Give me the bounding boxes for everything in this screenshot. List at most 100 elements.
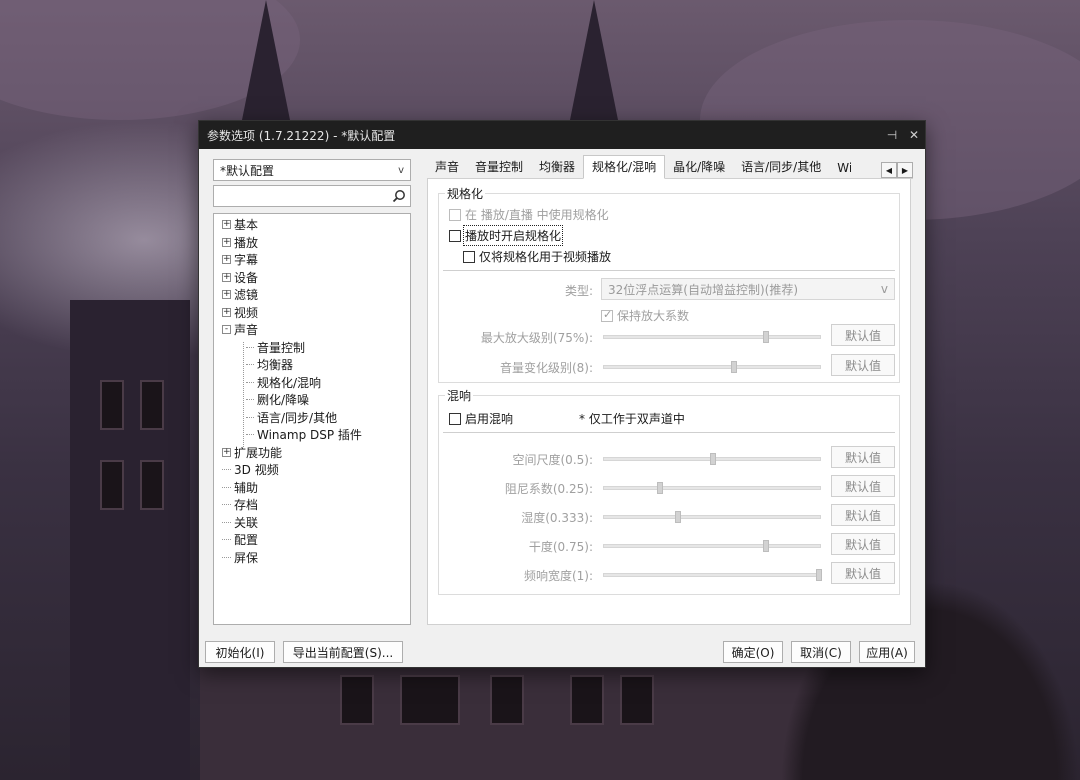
export-config-button[interactable]: 导出当前配置(S)... (283, 641, 403, 663)
tree-item[interactable]: 屏保 (214, 549, 410, 567)
tab-scroll-right-icon[interactable]: ▶ (897, 162, 913, 178)
expand-icon[interactable]: + (222, 220, 231, 230)
castle-window (400, 675, 460, 725)
slider-thumb[interactable] (657, 482, 663, 494)
tree-item-label: 基本 (234, 218, 259, 233)
tree-item[interactable]: 辅助 (214, 479, 410, 497)
castle-tower (70, 300, 190, 780)
reverb-param-slider[interactable] (603, 511, 821, 523)
slider-thumb[interactable] (731, 361, 737, 373)
tree-item[interactable]: + 设备 (214, 269, 410, 287)
reverb-default-button[interactable]: 默认值 (831, 475, 895, 497)
profile-value: *默认配置 (220, 163, 275, 178)
tree-item[interactable]: + 滤镜 (214, 286, 410, 304)
tab-item[interactable]: 声音 (427, 156, 467, 178)
enable-normalize-option[interactable]: 播放时开启规格化 (449, 225, 564, 246)
max-gain-slider[interactable] (603, 331, 821, 343)
tab-item[interactable]: Wi (829, 159, 851, 178)
reverb-param-slider[interactable] (603, 453, 821, 465)
max-gain-default-button[interactable]: 默认值 (831, 324, 895, 346)
tree-item[interactable]: 配置 (214, 531, 410, 549)
profile-dropdown[interactable]: *默认配置 v (213, 159, 411, 181)
search-input[interactable] (213, 185, 411, 207)
tree-item-label: 视频 (234, 305, 259, 320)
tree-item[interactable]: + 字幕 (214, 251, 410, 269)
tab-item[interactable]: 音量控制 (467, 156, 531, 178)
expand-icon[interactable]: + (222, 307, 231, 317)
tab-item[interactable]: 晶化/降噪 (665, 156, 733, 178)
tree-item[interactable]: 3D 视频 (214, 461, 410, 479)
tree-item-label: 关联 (234, 515, 259, 530)
reverb-param-slider[interactable] (603, 540, 821, 552)
slider-thumb[interactable] (816, 569, 822, 581)
reverb-param-label: 阻尼系数(0.25): (504, 482, 593, 496)
max-gain-label: 最大放大级别(75%): (480, 331, 593, 345)
slider-thumb[interactable] (710, 453, 716, 465)
close-icon[interactable]: ✕ (903, 128, 925, 142)
volume-change-default-button[interactable]: 默认值 (831, 354, 895, 376)
ok-button[interactable]: 确定(O) (723, 641, 783, 663)
normalize-type-dropdown[interactable]: 32位浮点运算(自动增益控制)(推荐) v (601, 278, 895, 300)
tree-item[interactable]: + 视频 (214, 304, 410, 322)
normalize-type-value: 32位浮点运算(自动增益控制)(推荐) (608, 282, 798, 297)
castle-spire (240, 0, 292, 130)
video-only-checkbox[interactable] (463, 250, 475, 263)
use-normalize-in-stream-checkbox[interactable] (449, 208, 461, 221)
tree-item[interactable]: 劂化/降噪 (214, 391, 410, 409)
tree-item[interactable]: 关联 (214, 514, 410, 532)
expand-icon[interactable]: + (222, 255, 231, 265)
slider-thumb[interactable] (763, 540, 769, 552)
cancel-button[interactable]: 取消(C) (791, 641, 851, 663)
tree-item[interactable]: 规格化/混响 (214, 374, 410, 392)
castle-window (340, 675, 374, 725)
video-only-option[interactable]: 仅将规格化用于视频播放 (463, 248, 611, 265)
pin-icon[interactable]: ⊣ (881, 128, 903, 142)
tab-item[interactable]: 规格化/混响 (583, 155, 666, 179)
reverb-default-button[interactable]: 默认值 (831, 562, 895, 584)
tree-item[interactable]: + 播放 (214, 234, 410, 252)
tree-item-label: 语言/同步/其他 (257, 410, 338, 425)
tree-item[interactable]: + 扩展功能 (214, 444, 410, 462)
tree-item[interactable]: Winamp DSP 插件 (214, 426, 410, 444)
reverb-default-button[interactable]: 默认值 (831, 446, 895, 468)
reverb-param-slider[interactable] (603, 482, 821, 494)
tab-item[interactable]: 语言/同步/其他 (733, 156, 829, 178)
settings-tree[interactable]: + 基本 + 播放 + 字幕 + 设备 + 滤镜 + 视频 - 声音 音量控制 均衡器 规格化/混响 劂化/降噪语… (213, 213, 411, 625)
title-bar[interactable]: 参数选项 (1.7.21222) - *默认配置 ⊣ ✕ (199, 121, 925, 149)
tree-item[interactable]: 均衡器 (214, 356, 410, 374)
volume-change-slider[interactable] (603, 361, 821, 373)
search-icon[interactable] (392, 189, 406, 203)
tree-item[interactable]: 音量控制 (214, 339, 410, 357)
initialize-button[interactable]: 初始化(I) (205, 641, 275, 663)
castle-window (140, 460, 164, 510)
enable-reverb-label: 启用混响 (465, 412, 514, 426)
reverb-default-button[interactable]: 默认值 (831, 504, 895, 526)
tree-item[interactable]: 存档 (214, 496, 410, 514)
tab-item[interactable]: 均衡器 (531, 156, 583, 178)
tree-item[interactable]: - 声音 (214, 321, 410, 339)
tab-scroll-left-icon[interactable]: ◀ (881, 162, 897, 178)
enable-reverb-option[interactable]: 启用混响 (449, 410, 513, 427)
slider-thumb[interactable] (675, 511, 681, 523)
keep-gain-checkbox[interactable] (601, 308, 613, 322)
tree-item[interactable]: + 基本 (214, 216, 410, 234)
expand-icon[interactable]: + (222, 290, 231, 300)
slider-thumb[interactable] (763, 331, 769, 343)
tab-bar: 声音 音量控制 均衡器 规格化/混响 晶化/降噪 语言/同步/其他 Wi ◀ ▶ (427, 155, 913, 179)
enable-reverb-checkbox[interactable] (449, 412, 461, 425)
expand-icon[interactable]: + (222, 237, 231, 247)
enable-normalize-checkbox[interactable] (449, 229, 461, 242)
preferences-dialog: 参数选项 (1.7.21222) - *默认配置 ⊣ ✕ *默认配置 v + 基本… (198, 120, 926, 668)
tree-item[interactable]: 语言/同步/其他 (214, 409, 410, 427)
keep-gain-label: 保持放大系数 (617, 309, 690, 323)
reverb-param-label: 湿度(0.333): (521, 511, 593, 525)
apply-button[interactable]: 应用(A) (859, 641, 915, 663)
collapse-icon[interactable]: - (222, 325, 231, 335)
expand-icon[interactable]: + (222, 447, 231, 457)
reverb-default-button[interactable]: 默认值 (831, 533, 895, 555)
reverb-param-slider[interactable] (603, 569, 822, 581)
expand-icon[interactable]: + (222, 272, 231, 282)
use-normalize-in-stream-option[interactable]: 在 播放/直播 中使用规格化 (449, 206, 609, 223)
keep-gain-option[interactable]: 保持放大系数 (601, 307, 689, 324)
castle-window (490, 675, 524, 725)
